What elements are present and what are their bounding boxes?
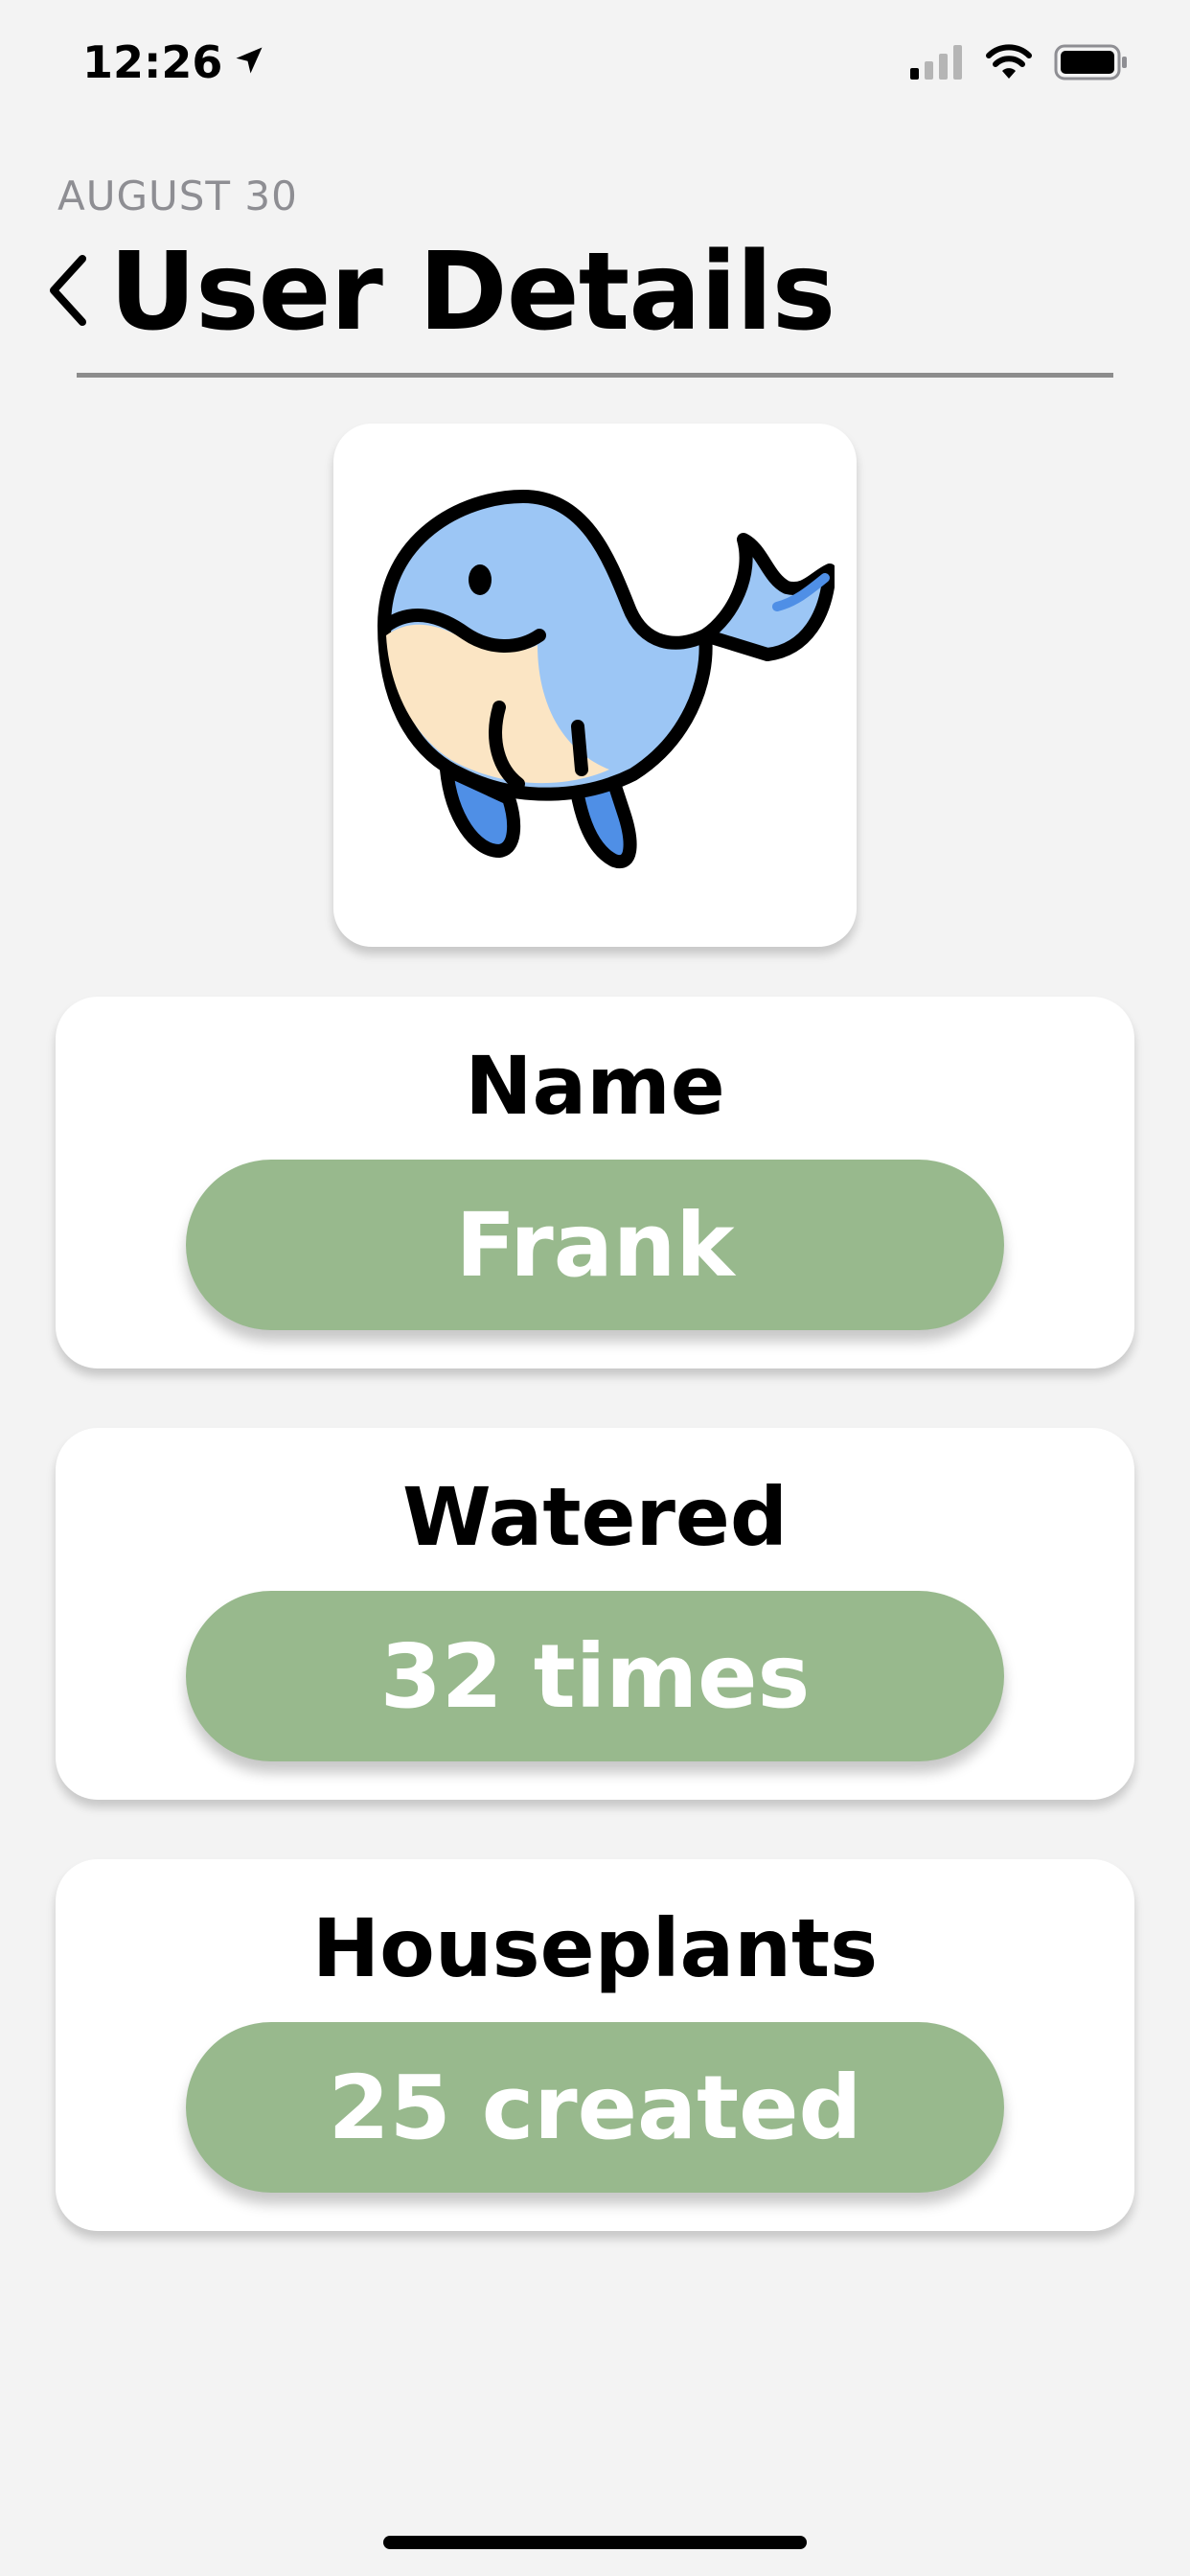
back-button[interactable]: [38, 244, 96, 340]
houseplants-card: Houseplants 25 created: [56, 1859, 1134, 2231]
name-card: Name Frank: [56, 997, 1134, 1368]
watered-label: Watered: [402, 1470, 788, 1564]
battery-icon: [1054, 44, 1129, 84]
houseplants-label: Houseplants: [311, 1901, 879, 1995]
name-label: Name: [465, 1039, 725, 1133]
wifi-icon: [985, 44, 1033, 84]
location-arrow-icon: [232, 36, 266, 88]
watered-value-pill[interactable]: 32 times: [186, 1591, 1004, 1761]
status-bar: 12:26: [0, 0, 1190, 126]
status-time: 12:26: [82, 36, 266, 88]
header: User Details: [38, 230, 835, 355]
status-time-text: 12:26: [82, 36, 223, 88]
avatar-card: [333, 424, 857, 947]
status-icons: [910, 44, 1129, 84]
header-divider: [77, 373, 1113, 378]
houseplants-value-pill[interactable]: 25 created: [186, 2022, 1004, 2193]
date-label: AUGUST 30: [57, 172, 298, 219]
chevron-left-icon: [46, 253, 88, 332]
watered-card: Watered 32 times: [56, 1428, 1134, 1800]
name-value-pill[interactable]: Frank: [186, 1160, 1004, 1330]
home-indicator[interactable]: [383, 2536, 807, 2549]
whale-icon: [355, 482, 836, 888]
page-title: User Details: [109, 230, 835, 355]
cellular-signal-icon: [910, 45, 964, 83]
